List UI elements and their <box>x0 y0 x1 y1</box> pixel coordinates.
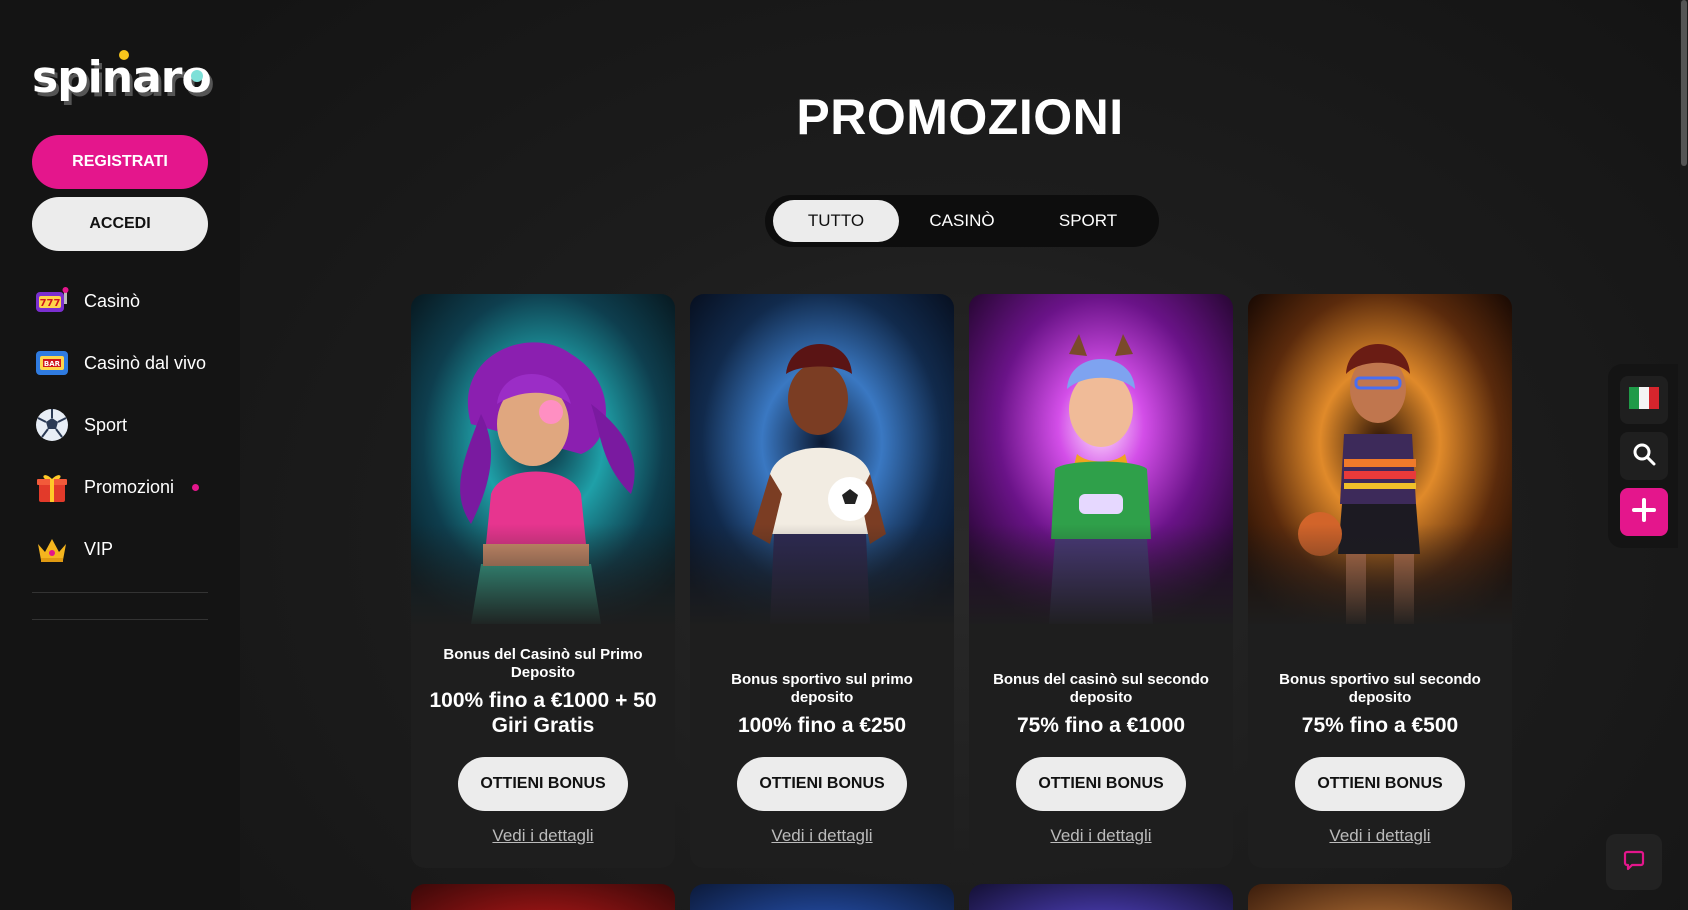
notification-dot <box>192 483 200 491</box>
svg-text:BAR: BAR <box>44 360 61 368</box>
sidebar-item-label: Casinò <box>84 290 141 311</box>
promo-card-text: Bonus sportivo sul secondo deposito 75% … <box>1260 671 1500 738</box>
sidebar-item-vip[interactable]: VIP <box>32 518 208 580</box>
register-button[interactable]: REGISTRATI <box>32 135 208 189</box>
promo-card: Bonus sportivo sul secondo deposito 75% … <box>1248 294 1512 868</box>
promo-card-text: Bonus del casinò sul secondo deposito 75… <box>981 671 1221 738</box>
football-icon <box>32 405 72 445</box>
promo-subtitle: Bonus del casinò sul secondo deposito <box>993 671 1209 706</box>
sidebar-item-sport[interactable]: Sport <box>32 394 208 456</box>
details-link[interactable]: Vedi i dettagli <box>969 826 1233 846</box>
chat-icon <box>1623 849 1645 876</box>
chat-button[interactable] <box>1606 834 1662 890</box>
sidebar-item-promotions[interactable]: Promozioni <box>32 456 208 518</box>
add-button[interactable] <box>1620 488 1668 536</box>
promo-subtitle: Bonus sportivo sul primo deposito <box>731 671 913 706</box>
promo-card-next[interactable] <box>1248 884 1512 910</box>
logo-dot <box>119 50 129 60</box>
sidebar-item-label: VIP <box>84 538 114 559</box>
svg-text:777: 777 <box>40 298 61 309</box>
logo[interactable]: spinaro <box>32 48 212 106</box>
side-toolbar <box>1608 364 1678 548</box>
details-link[interactable]: Vedi i dettagli <box>1248 826 1512 846</box>
tab-casino[interactable]: CASINÒ <box>899 200 1025 242</box>
promo-card-text: Bonus sportivo sul primo deposito 100% f… <box>702 671 942 738</box>
scrollbar-thumb[interactable] <box>1681 0 1687 166</box>
promo-subtitle: Bonus sportivo sul secondo deposito <box>1279 671 1481 706</box>
get-bonus-button[interactable]: OTTIENI BONUS <box>458 757 628 811</box>
italy-flag-icon <box>1629 386 1659 414</box>
promo-headline: 100% fino a €1000 + 50 Giri Gratis <box>429 689 657 737</box>
card-fade <box>969 524 1233 634</box>
promo-card-next[interactable] <box>690 884 954 910</box>
sidebar-item-casino[interactable]: 777 Casinò <box>32 270 208 332</box>
card-fade <box>1248 524 1512 634</box>
sidebar-item-label: Sport <box>84 414 128 435</box>
sidebar-item-live-casino[interactable]: BAR Casinò dal vivo <box>32 332 208 394</box>
bar-slot-icon: BAR <box>32 343 72 383</box>
language-button[interactable] <box>1620 376 1668 424</box>
sidebar-divider <box>32 619 208 620</box>
get-bonus-button[interactable]: OTTIENI BONUS <box>1016 757 1186 811</box>
promo-headline: 75% fino a €1000 <box>1016 714 1186 737</box>
promo-card-text: Bonus del Casinò sul Primo Deposito 100%… <box>423 646 663 738</box>
get-bonus-button[interactable]: OTTIENI BONUS <box>737 757 907 811</box>
details-link[interactable]: Vedi i dettagli <box>690 826 954 846</box>
promo-subtitle: Bonus del Casinò sul Primo Deposito <box>443 646 643 681</box>
slot-777-icon: 777 <box>32 281 72 321</box>
promo-headline: 100% fino a €250 <box>737 714 907 737</box>
card-fade <box>411 524 675 634</box>
details-link[interactable]: Vedi i dettagli <box>411 826 675 846</box>
sidebar-item-label: Promozioni <box>84 476 175 497</box>
gift-icon <box>32 467 72 507</box>
promo-card-next[interactable] <box>411 884 675 910</box>
get-bonus-button[interactable]: OTTIENI BONUS <box>1295 757 1465 811</box>
promo-card: Bonus del casinò sul secondo deposito 75… <box>969 294 1233 868</box>
promo-tabs: TUTTO CASINÒ SPORT <box>765 195 1159 247</box>
sidebar-divider <box>32 592 208 593</box>
tab-all[interactable]: TUTTO <box>773 200 899 242</box>
plus-icon <box>1632 497 1656 527</box>
promo-card: Bonus del Casinò sul Primo Deposito 100%… <box>411 294 675 868</box>
sidebar-item-label: Casinò dal vivo <box>84 352 207 373</box>
main-content: PROMOZIONI TUTTO CASINÒ SPORT Bonus del … <box>240 0 1688 910</box>
logo-accent <box>191 70 203 82</box>
promo-card-next[interactable] <box>969 884 1233 910</box>
card-fade <box>690 524 954 634</box>
promo-card: Bonus sportivo sul primo deposito 100% f… <box>690 294 954 868</box>
search-button[interactable] <box>1620 432 1668 480</box>
page-title: PROMOZIONI <box>796 89 1124 145</box>
sidebar-nav: 777 Casinò BAR Casinò dal vivo Sport Pro… <box>32 270 208 580</box>
promo-headline: 75% fino a €500 <box>1301 714 1459 737</box>
search-icon <box>1632 442 1656 471</box>
tab-sport[interactable]: SPORT <box>1025 200 1151 242</box>
sidebar: spinaro REGISTRATI ACCEDI 777 Casinò BAR… <box>0 0 240 910</box>
login-button[interactable]: ACCEDI <box>32 197 208 251</box>
crown-icon <box>32 529 72 569</box>
